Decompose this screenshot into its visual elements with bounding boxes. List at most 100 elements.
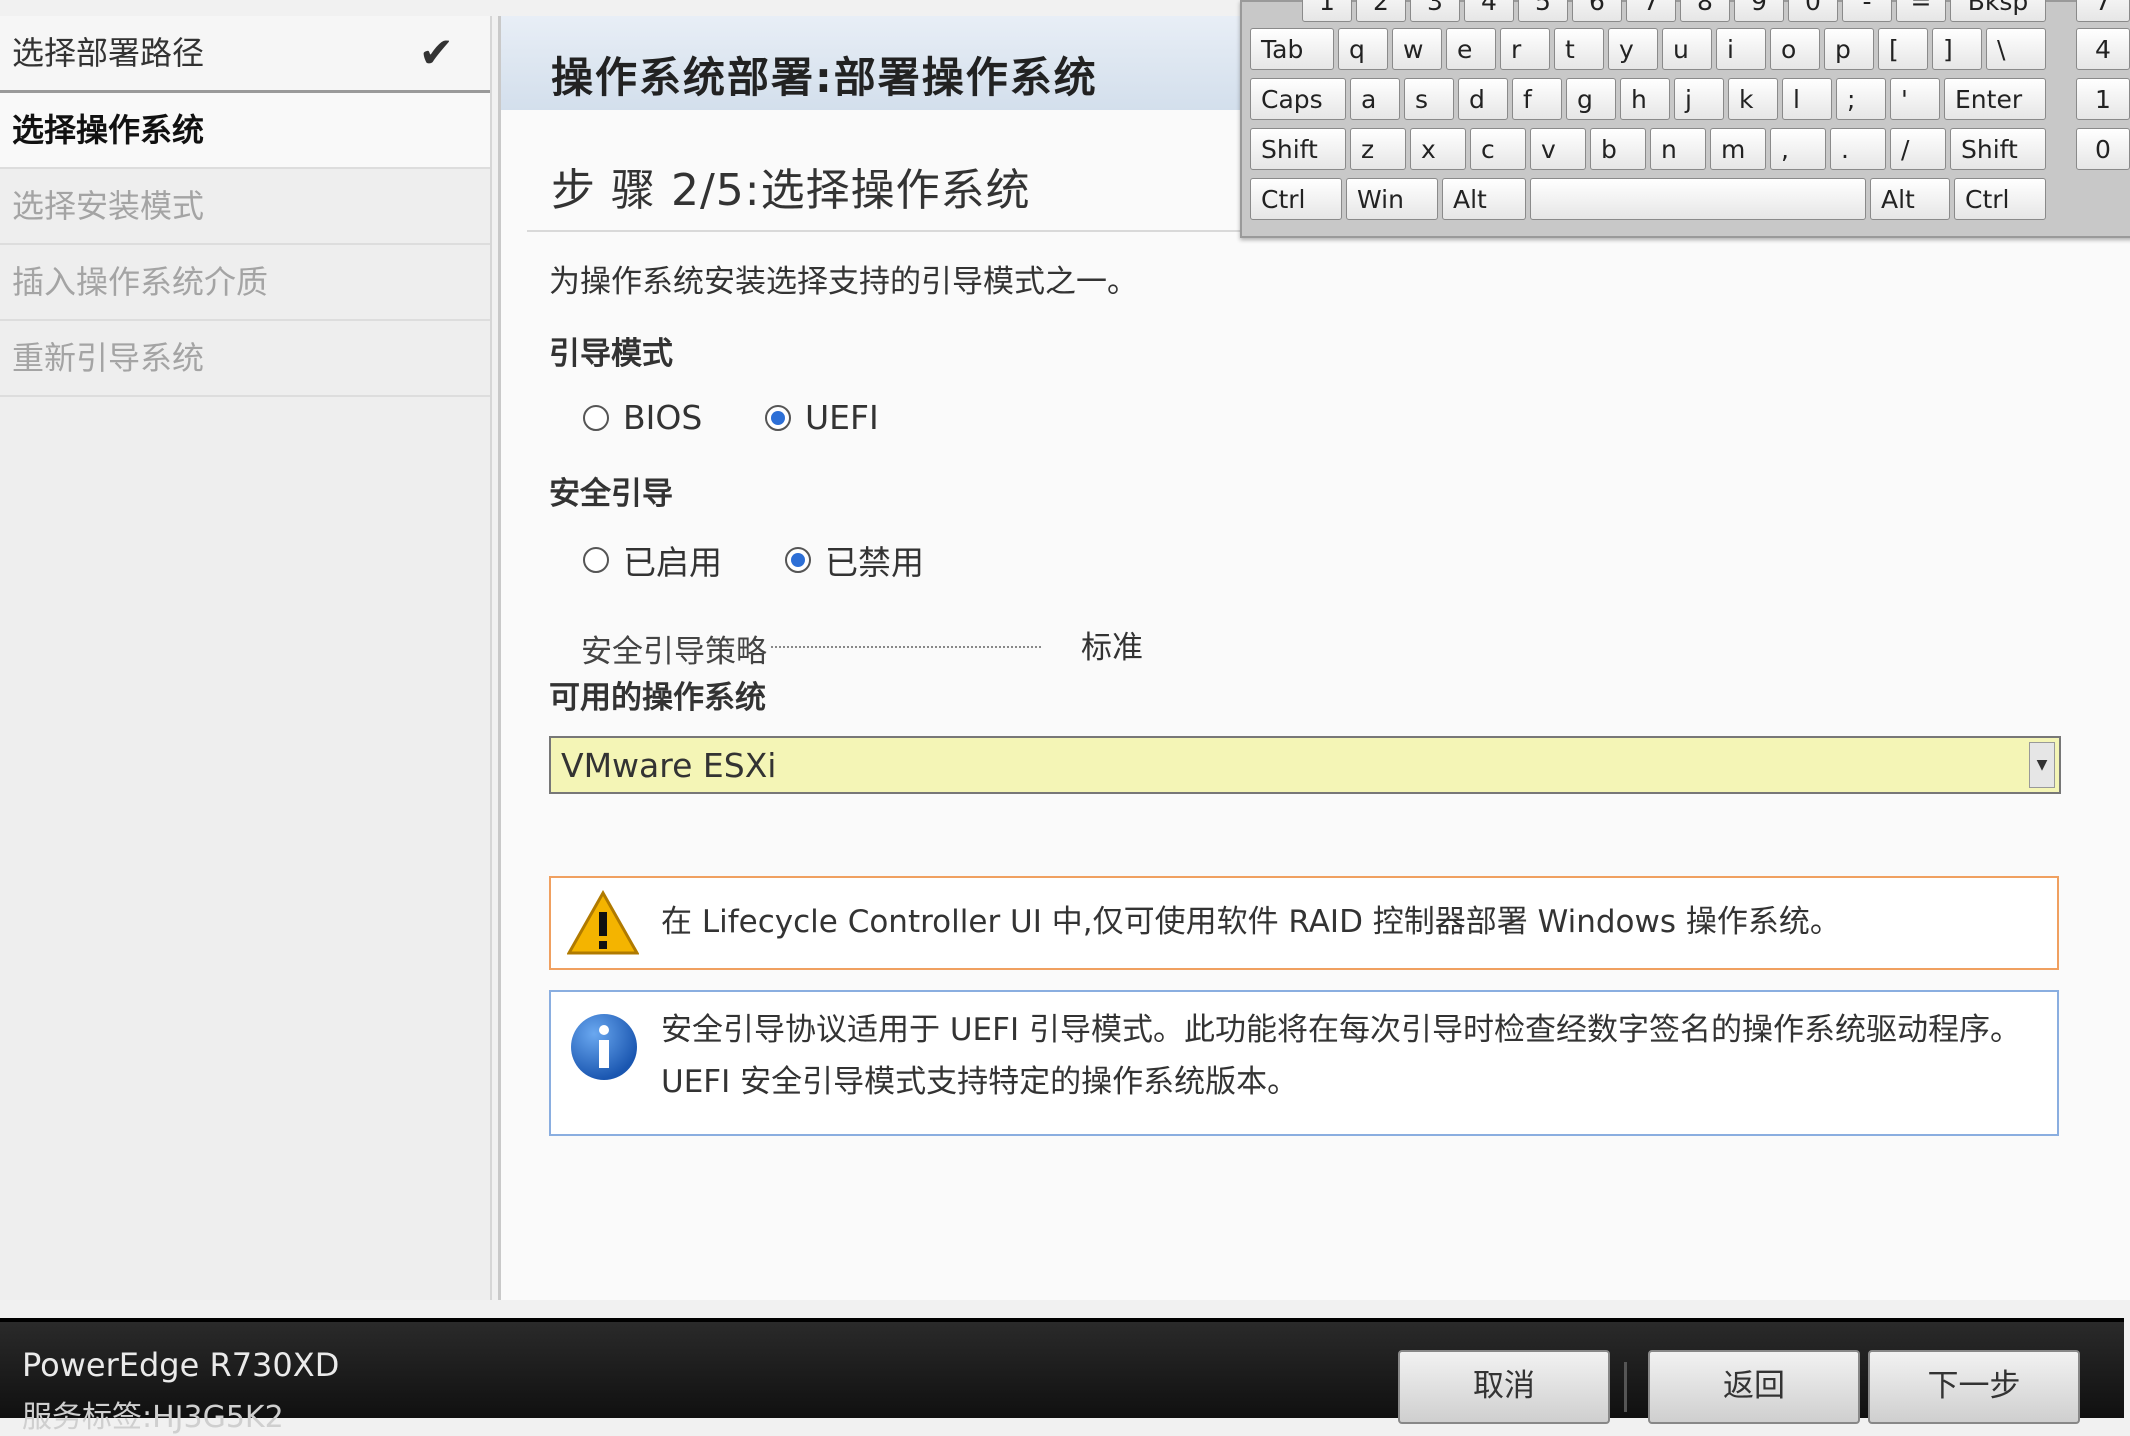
key-shift-left[interactable]: Shift [1250, 128, 1346, 170]
dotted-leader [771, 646, 1041, 648]
key-o[interactable]: o [1770, 28, 1820, 70]
key-numpad-1[interactable]: 1 [2076, 78, 2130, 120]
key-g[interactable]: g [1566, 78, 1616, 120]
sidebar-item-reboot[interactable]: 重新引导系统 [0, 321, 490, 397]
chevron-down-icon[interactable]: ▼ [2029, 742, 2055, 788]
button-separator [1624, 1362, 1627, 1412]
key-space[interactable] [1530, 178, 1866, 220]
available-os-label: 可用的操作系统 [549, 680, 766, 716]
key-0[interactable]: 0 [1788, 0, 1838, 22]
key-numpad-7[interactable]: 7 [2076, 0, 2130, 22]
key-4[interactable]: 4 [1464, 0, 1514, 22]
key-n[interactable]: n [1650, 128, 1706, 170]
key-8[interactable]: 8 [1680, 0, 1730, 22]
boot-mode-bios-radio[interactable]: BIOS [583, 398, 702, 437]
radio-selected-icon [765, 404, 791, 431]
description-text: 为操作系统安装选择支持的引导模式之一。 [549, 264, 1138, 300]
info-text-line1: 安全引导协议适用于 UEFI 引导模式。此功能将在每次引导时检查经数字签名的操作… [661, 1012, 2021, 1048]
key-numpad-0[interactable]: 0 [2076, 128, 2130, 170]
key-i[interactable]: i [1716, 28, 1766, 70]
key-semicolon[interactable]: ; [1836, 78, 1886, 120]
sidebar-item-select-os[interactable]: 选择操作系统 [0, 93, 490, 169]
key-h[interactable]: h [1620, 78, 1670, 120]
key-9[interactable]: 9 [1734, 0, 1784, 22]
key-tab[interactable]: Tab [1250, 28, 1334, 70]
boot-mode-uefi-radio[interactable]: UEFI [765, 398, 879, 437]
radio-label: UEFI [805, 398, 879, 437]
key-period[interactable]: . [1830, 128, 1886, 170]
key-e[interactable]: e [1446, 28, 1496, 70]
key-shift-right[interactable]: Shift [1950, 128, 2046, 170]
warning-icon [567, 890, 639, 955]
key-left-bracket[interactable]: [ [1878, 28, 1928, 70]
back-button[interactable]: 返回 [1648, 1350, 1860, 1424]
key-backslash[interactable]: \ [1986, 28, 2046, 70]
secure-boot-policy-value: 标准 [1081, 630, 1143, 666]
os-select[interactable]: VMware ESXi ▼ [549, 736, 2061, 794]
key-2[interactable]: 2 [1356, 0, 1406, 22]
key-s[interactable]: s [1404, 78, 1454, 120]
key-alt-right[interactable]: Alt [1870, 178, 1950, 220]
key-y[interactable]: y [1608, 28, 1658, 70]
radio-label: 已禁用 [825, 543, 924, 582]
virtual-keyboard: 1 2 3 4 5 6 7 8 9 0 - = Bksp 7 Tab q w e… [1240, 0, 2130, 238]
boot-mode-label: 引导模式 [549, 336, 673, 372]
key-1[interactable]: 1 [1302, 0, 1352, 22]
sidebar-item-select-install-mode[interactable]: 选择安装模式 [0, 169, 490, 245]
key-6[interactable]: 6 [1572, 0, 1622, 22]
key-enter[interactable]: Enter [1944, 78, 2046, 120]
key-3[interactable]: 3 [1410, 0, 1460, 22]
server-model: PowerEdge R730XD [22, 1346, 340, 1384]
warning-text: 在 Lifecycle Controller UI 中,仅可使用软件 RAID … [661, 904, 1841, 940]
info-alert: 安全引导协议适用于 UEFI 引导模式。此功能将在每次引导时检查经数字签名的操作… [549, 990, 2059, 1136]
key-alt-left[interactable]: Alt [1442, 178, 1526, 220]
key-minus[interactable]: - [1842, 0, 1892, 22]
key-v[interactable]: v [1530, 128, 1586, 170]
key-slash[interactable]: / [1890, 128, 1946, 170]
key-x[interactable]: x [1410, 128, 1466, 170]
sidebar-item-insert-media[interactable]: 插入操作系统介质 [0, 245, 490, 321]
key-p[interactable]: p [1824, 28, 1874, 70]
key-7[interactable]: 7 [1626, 0, 1676, 22]
info-text-line2: UEFI 安全引导模式支持特定的操作系统版本。 [661, 1064, 1299, 1100]
key-win[interactable]: Win [1346, 178, 1438, 220]
key-quote[interactable]: ' [1890, 78, 1940, 120]
key-right-bracket[interactable]: ] [1932, 28, 1982, 70]
cancel-button[interactable]: 取消 [1398, 1350, 1610, 1424]
service-tag: 服务标签:HJ3G5K2 [22, 1400, 284, 1435]
sidebar-item-select-deploy-path[interactable]: 选择部署路径 ✔ [0, 16, 490, 93]
key-a[interactable]: a [1350, 78, 1400, 120]
key-d[interactable]: d [1458, 78, 1508, 120]
key-5[interactable]: 5 [1518, 0, 1568, 22]
key-z[interactable]: z [1350, 128, 1406, 170]
key-m[interactable]: m [1710, 128, 1766, 170]
key-u[interactable]: u [1662, 28, 1712, 70]
key-q[interactable]: q [1338, 28, 1388, 70]
warning-alert: 在 Lifecycle Controller UI 中,仅可使用软件 RAID … [549, 876, 2059, 970]
secure-boot-policy-label: 安全引导策略 [581, 634, 767, 670]
key-j[interactable]: j [1674, 78, 1724, 120]
key-w[interactable]: w [1392, 28, 1442, 70]
key-t[interactable]: t [1554, 28, 1604, 70]
key-comma[interactable]: , [1770, 128, 1826, 170]
key-b[interactable]: b [1590, 128, 1646, 170]
key-r[interactable]: r [1500, 28, 1550, 70]
secure-boot-enabled-radio[interactable]: 已启用 [583, 536, 722, 584]
key-c[interactable]: c [1470, 128, 1526, 170]
key-backspace[interactable]: Bksp [1950, 0, 2046, 22]
key-l[interactable]: l [1782, 78, 1832, 120]
key-caps[interactable]: Caps [1250, 78, 1346, 120]
sidebar-item-label: 选择操作系统 [12, 111, 205, 149]
sidebar-item-label: 插入操作系统介质 [12, 263, 269, 301]
key-k[interactable]: k [1728, 78, 1778, 120]
page-title: 操作系统部署:部署操作系统 [551, 53, 1098, 102]
key-equals[interactable]: = [1896, 0, 1946, 22]
key-ctrl-right[interactable]: Ctrl [1954, 178, 2046, 220]
key-numpad-4[interactable]: 4 [2076, 28, 2130, 70]
secure-boot-disabled-radio[interactable]: 已禁用 [785, 536, 924, 584]
checkmark-icon: ✔ [418, 28, 454, 77]
next-button[interactable]: 下一步 [1868, 1350, 2080, 1424]
key-f[interactable]: f [1512, 78, 1562, 120]
os-select-value: VMware ESXi [561, 746, 777, 785]
key-ctrl-left[interactable]: Ctrl [1250, 178, 1342, 220]
